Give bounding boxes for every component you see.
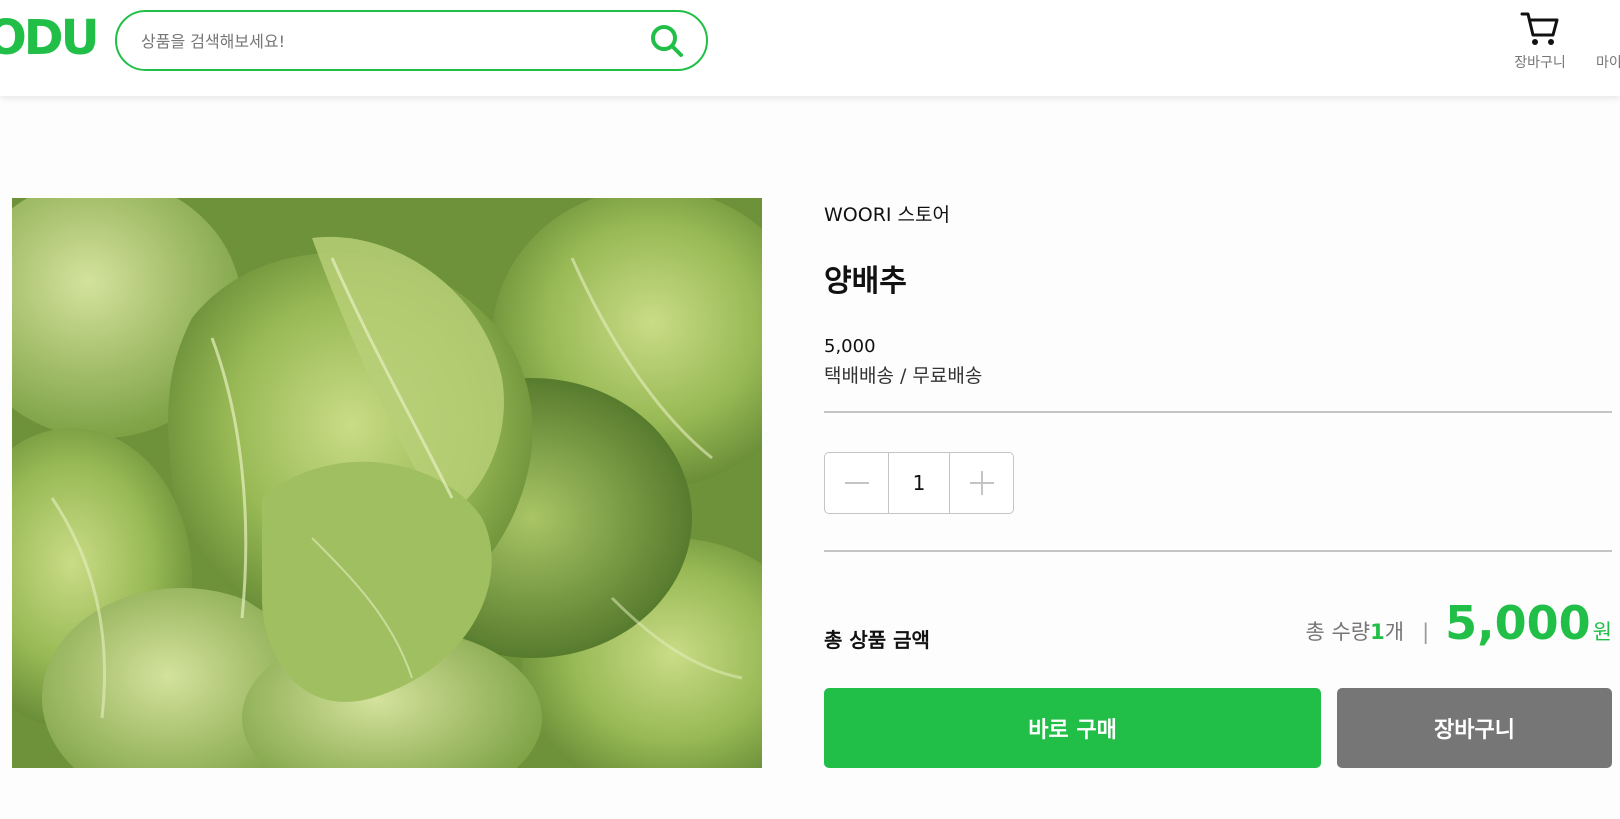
quantity-value[interactable]: 1	[888, 453, 950, 513]
product-price: 5,000	[824, 336, 876, 357]
total-count-prefix: 총 수량	[1305, 620, 1371, 644]
mypage-link-label: 마이페이지	[1596, 55, 1620, 71]
divider	[824, 411, 1612, 413]
total-count: 1	[1370, 620, 1385, 644]
cabbage-photo	[12, 198, 762, 768]
total-price: 5,000	[1445, 596, 1591, 650]
minus-icon	[844, 482, 869, 484]
logo[interactable]: ODU	[0, 12, 100, 64]
total-count-suffix: 개	[1384, 620, 1405, 644]
product-title: 양배추	[824, 264, 907, 299]
buy-now-button[interactable]: 바로 구매	[824, 688, 1321, 768]
total-separator: |	[1422, 620, 1430, 644]
search-input[interactable]	[141, 28, 621, 54]
total-label: 총 상품 금액	[824, 628, 930, 652]
divider	[824, 550, 1612, 552]
header-cart-link[interactable]: 장바구니	[1500, 10, 1580, 74]
total-currency: 원	[1592, 620, 1612, 644]
header-mypage-link[interactable]: 마이페이지	[1596, 10, 1620, 74]
cart-link-label: 장바구니	[1514, 55, 1566, 71]
quantity-stepper: 1	[824, 452, 1014, 514]
store-name[interactable]: WOORI 스토어	[824, 200, 950, 227]
shipping-info: 택배배송 / 무료배송	[824, 365, 983, 387]
cart-icon	[1520, 12, 1559, 45]
site-header: ODU 장바구니 마이페이지	[0, 0, 1620, 96]
increase-quantity-button[interactable]	[950, 453, 1013, 513]
total-summary: 총 수량 1 개 | 5,000 원	[1305, 596, 1612, 650]
product-image	[12, 198, 762, 768]
search-button[interactable]	[647, 23, 687, 61]
add-to-cart-button[interactable]: 장바구니	[1337, 688, 1612, 768]
plus-icon	[969, 471, 994, 495]
search-bar	[115, 10, 708, 71]
search-icon	[651, 24, 683, 57]
decrease-quantity-button[interactable]	[825, 453, 888, 513]
